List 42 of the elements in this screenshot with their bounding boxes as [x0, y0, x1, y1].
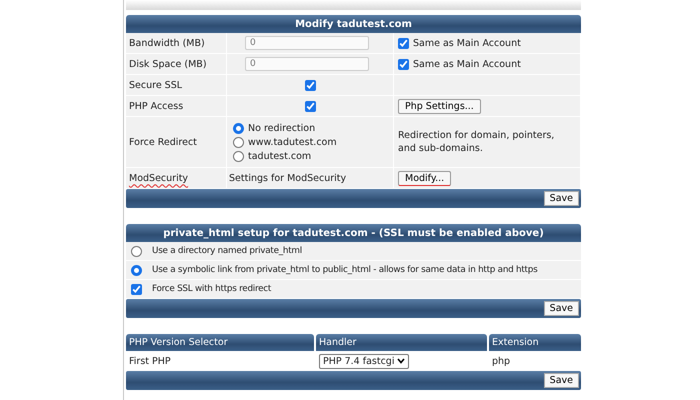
chevron-icon	[397, 358, 406, 364]
settings-button[interactable]: Modify...	[398, 170, 452, 186]
save-button[interactable]: Save	[544, 191, 579, 206]
radio-button[interactable]	[233, 122, 244, 134]
field-label: Secure SSL	[129, 80, 182, 90]
radio-label: www.tadutest.com	[248, 136, 337, 148]
column-header: Handler	[316, 334, 487, 351]
save-button[interactable]: Save	[544, 373, 579, 388]
radio-label: No redirection	[248, 122, 316, 134]
checkbox[interactable]	[398, 38, 409, 48]
option-label: Force SSL with https redirect	[152, 284, 272, 294]
panel-title: Modify tadutest.com	[295, 18, 412, 30]
setting-text: Settings for ModSecurity	[229, 172, 346, 184]
panel-title: private_html setup for tadutest.com - (SSL must be enabled above)	[163, 228, 544, 238]
table-cell: php	[492, 356, 510, 366]
settings-button[interactable]: Php Settings...	[398, 98, 481, 114]
save-button[interactable]: Save	[544, 301, 579, 316]
radio-button[interactable]	[131, 264, 142, 276]
checkbox[interactable]	[304, 80, 316, 90]
option-label: Use a directory named private_html	[152, 246, 302, 256]
checkbox[interactable]	[304, 100, 316, 112]
checkbox[interactable]	[131, 284, 142, 294]
field-label: Bandwidth (MB)	[129, 38, 205, 48]
table-cell: First PHP	[129, 356, 171, 366]
column-header: PHP Version Selector	[126, 334, 314, 351]
field-label: PHP Access	[129, 100, 184, 112]
checkbox[interactable]	[398, 58, 409, 70]
handler-select[interactable]: PHP 7.4 fastcgi	[319, 354, 410, 368]
input-field[interactable]: 0	[245, 57, 369, 71]
field-label: Force Redirect	[129, 136, 197, 148]
checkbox-label: Same as Main Account	[413, 58, 521, 70]
checkbox-label: Same as Main Account	[413, 38, 521, 48]
radio-label: tadutest.com	[248, 150, 312, 162]
column-header: Extension	[489, 334, 581, 351]
radio-button[interactable]	[233, 150, 244, 162]
radio-button[interactable]	[131, 246, 142, 256]
radio-button[interactable]	[233, 136, 244, 148]
field-label: Disk Space (MB)	[129, 58, 207, 70]
option-label: Use a symbolic link from private_html to public_html - allows for same data in http and https	[152, 265, 538, 275]
redirect-note: Redirection for domain, pointers, and sub-domains.	[398, 129, 556, 155]
input-field[interactable]: 0	[245, 36, 369, 50]
field-label: ModSecurity	[129, 172, 188, 184]
